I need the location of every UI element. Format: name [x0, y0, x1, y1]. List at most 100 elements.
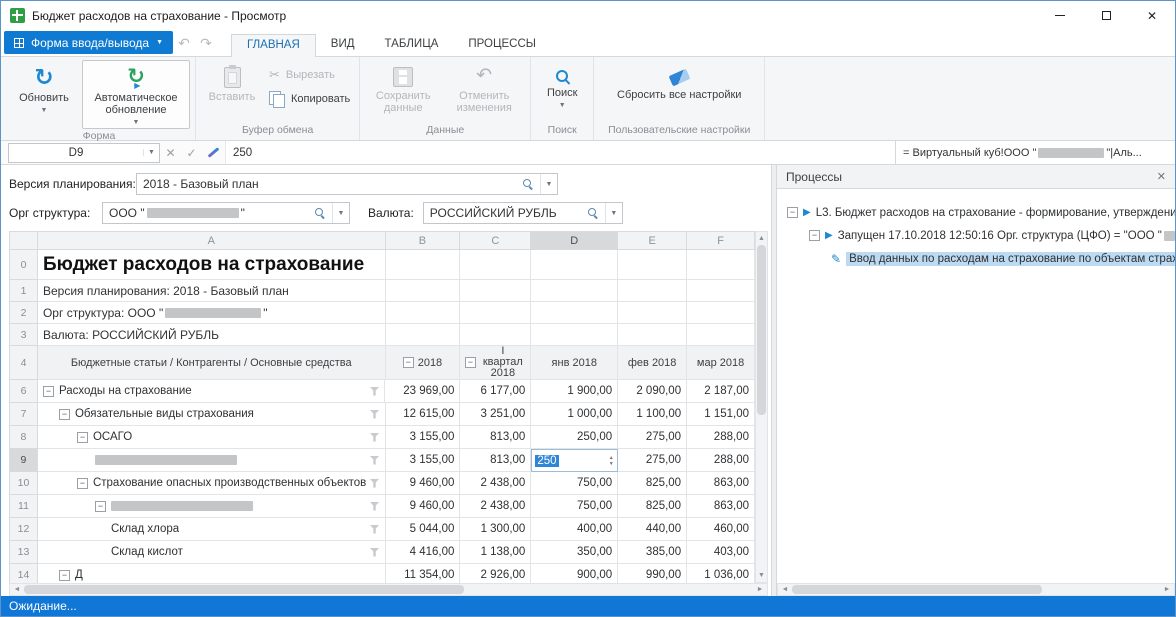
cell[interactable] [618, 250, 687, 280]
cell[interactable]: 2 926,00 [460, 564, 531, 583]
cell[interactable]: 9 460,00 [386, 495, 461, 518]
cell[interactable]: 3 155,00 [386, 426, 461, 449]
cell[interactable] [531, 302, 618, 324]
collapse-icon[interactable]: − [95, 501, 106, 512]
cell[interactable] [386, 280, 461, 302]
cell[interactable] [531, 280, 618, 302]
row-number[interactable]: 9 [10, 449, 38, 472]
scroll-right-icon[interactable]: ► [1160, 583, 1174, 596]
wand-icon[interactable] [208, 147, 220, 158]
chevron-down-icon[interactable]: ▼ [143, 149, 159, 156]
collapse-icon[interactable]: − [465, 357, 476, 368]
cell[interactable]: 460,00 [687, 518, 755, 541]
cell[interactable] [531, 250, 618, 280]
cell[interactable]: 4 416,00 [386, 541, 461, 564]
cell[interactable]: 350,00 [531, 541, 618, 564]
cell[interactable]: 1 036,00 [687, 564, 755, 583]
cell[interactable] [460, 324, 531, 346]
copy-button[interactable]: Копировать [265, 90, 354, 108]
cell[interactable]: 900,00 [531, 564, 618, 583]
undo-changes-button[interactable]: ↶ Отменить изменения [443, 60, 525, 123]
collapse-icon[interactable]: − [43, 386, 54, 397]
cell[interactable]: 385,00 [618, 541, 687, 564]
budget-item-cell[interactable]: Склад хлора [38, 518, 386, 541]
cell[interactable]: 750,00 [531, 495, 618, 518]
undo-button[interactable]: ↶ [173, 35, 195, 52]
scroll-left-icon[interactable]: ◄ [10, 583, 24, 596]
scroll-down-icon[interactable]: ▼ [756, 569, 767, 582]
cell[interactable]: 275,00 [618, 449, 687, 472]
cell[interactable]: 1 300,00 [460, 518, 531, 541]
row-number[interactable]: 2 [10, 302, 38, 324]
filter-icon[interactable] [370, 410, 380, 419]
tab-tablitsa[interactable]: ТАБЛИЦА [370, 34, 454, 56]
cell[interactable]: 5 044,00 [386, 518, 461, 541]
budget-item-cell[interactable]: −Страхование опасных производственных об… [38, 472, 386, 495]
cell[interactable] [687, 280, 755, 302]
cell[interactable] [618, 324, 687, 346]
tab-glavnaya[interactable]: ГЛАВНАЯ [231, 34, 316, 57]
collapse-icon[interactable]: − [59, 570, 70, 581]
filter-icon[interactable] [370, 525, 380, 534]
currency-combo[interactable]: РОССИЙСКИЙ РУБЛЬ ▼ [423, 202, 623, 224]
cell[interactable]: 1 900,00 [531, 380, 618, 403]
cell[interactable] [618, 302, 687, 324]
cell[interactable]: 288,00 [687, 449, 755, 472]
collapse-icon[interactable]: − [77, 478, 88, 489]
version-combo[interactable]: 2018 - Базовый план ▼ [136, 173, 558, 195]
chevron-down-icon[interactable]: ▼ [540, 174, 557, 194]
cell[interactable]: 2 090,00 [618, 380, 687, 403]
scroll-right-icon[interactable]: ► [753, 583, 767, 596]
row-number[interactable]: 10 [10, 472, 38, 495]
redo-button[interactable]: ↷ [195, 35, 217, 52]
tab-protsessy[interactable]: ПРОЦЕССЫ [453, 34, 551, 56]
cell[interactable] [386, 324, 461, 346]
budget-item-cell[interactable]: Склад кислот [38, 541, 386, 564]
header-cell[interactable]: −2018 [386, 346, 461, 380]
org-combo[interactable]: ООО " " ▼ [102, 202, 350, 224]
row-number[interactable]: 6 [10, 380, 38, 403]
filter-icon[interactable] [370, 433, 380, 442]
chevron-down-icon[interactable]: ▼ [605, 203, 622, 223]
search-icon[interactable] [588, 208, 599, 219]
scrollbar-thumb[interactable] [757, 245, 766, 415]
cancel-entry-button[interactable]: ✕ [160, 146, 181, 160]
column-header-e[interactable]: E [618, 232, 687, 250]
collapse-icon[interactable]: − [787, 207, 798, 218]
process-task-node[interactable]: ✎ Ввод данных по расходам на страхование… [787, 247, 1175, 270]
row-number[interactable]: 11 [10, 495, 38, 518]
chevron-down-icon[interactable]: ▼ [332, 203, 349, 223]
spin-down-icon[interactable]: ▼ [605, 461, 617, 467]
cell[interactable]: 400,00 [531, 518, 618, 541]
filter-icon[interactable] [370, 479, 380, 488]
reset-settings-button[interactable]: Сбросить все настройки [599, 60, 759, 123]
active-cell-editor[interactable]: 250 ▲ ▼ [531, 449, 618, 472]
cell[interactable] [531, 324, 618, 346]
cell[interactable]: 3 251,00 [460, 403, 531, 426]
cell[interactable]: 403,00 [687, 541, 755, 564]
cell[interactable]: 750,00 [531, 472, 618, 495]
header-cell[interactable]: мар 2018 [687, 346, 755, 380]
header-cell[interactable]: янв 2018 [531, 346, 618, 380]
close-button[interactable]: ✕ [1129, 1, 1175, 30]
refresh-button[interactable]: ↻ Обновить ▼ [8, 60, 80, 129]
cell[interactable]: 1 100,00 [618, 403, 687, 426]
cell[interactable] [386, 250, 461, 280]
column-header-f[interactable]: F [687, 232, 755, 250]
header-cell[interactable]: Бюджетные статьи / Контрагенты / Основны… [38, 346, 386, 380]
filter-icon[interactable] [370, 502, 380, 511]
cell[interactable]: 250,00 [531, 426, 618, 449]
cell[interactable]: 825,00 [618, 472, 687, 495]
cell[interactable]: 863,00 [687, 495, 755, 518]
row-number[interactable]: 8 [10, 426, 38, 449]
vertical-scrollbar[interactable]: ▲ ▼ [755, 231, 768, 583]
search-icon[interactable] [315, 208, 326, 219]
cell-reference-box[interactable]: D9 ▼ [8, 143, 160, 163]
corner-cell[interactable] [10, 232, 38, 250]
cell[interactable] [386, 302, 461, 324]
cell[interactable]: 813,00 [460, 426, 531, 449]
cell[interactable]: 23 969,00 [385, 380, 460, 403]
budget-item-cell[interactable]: −Расходы на страхование [38, 380, 386, 403]
cell[interactable] [687, 250, 755, 280]
info-cell[interactable]: Орг структура: ООО " " [38, 302, 386, 324]
